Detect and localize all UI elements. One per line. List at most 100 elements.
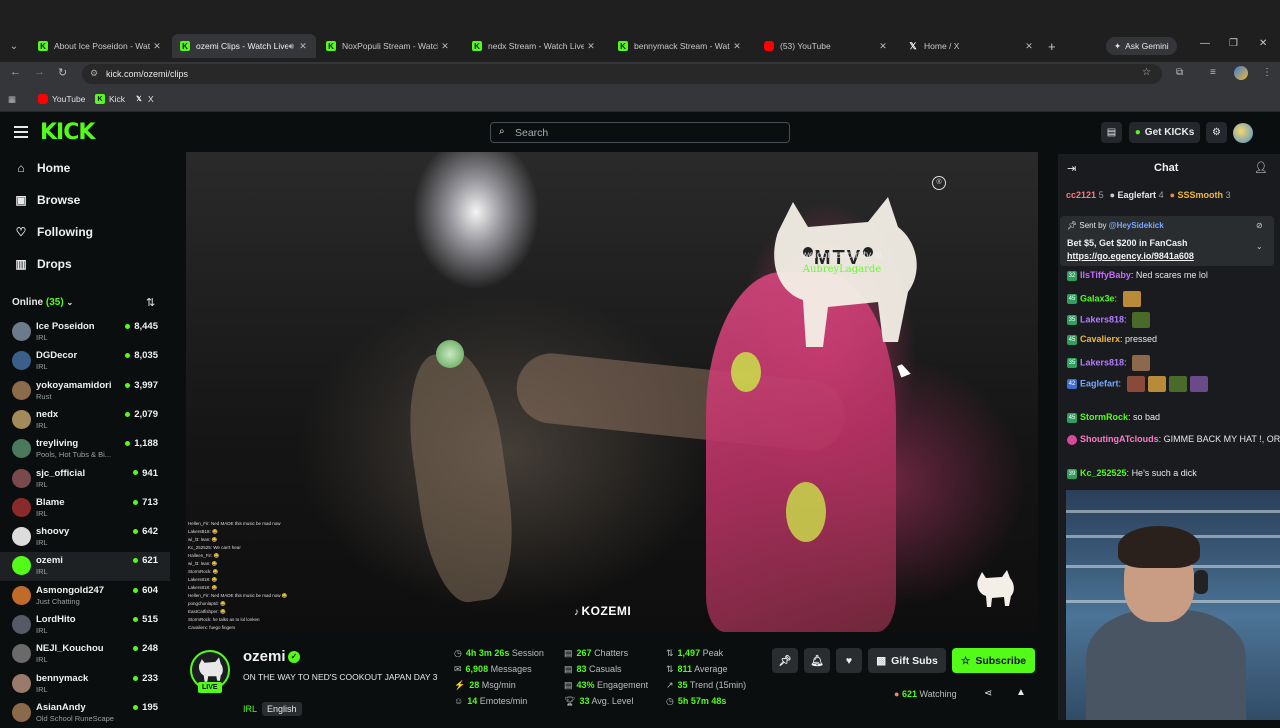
close-icon[interactable]: ✕ xyxy=(150,41,164,52)
video-player[interactable]: MTV welcome to mtv at AubreyLagarde ® He… xyxy=(186,152,1038,632)
window-close-icon[interactable]: ✕ xyxy=(1259,38,1267,49)
sidebar-channel-ice poseidon[interactable]: Ice Poseidon IRL 8,445 xyxy=(0,318,170,347)
share-icon[interactable]: ⋖ xyxy=(984,688,992,699)
chat-username[interactable]: Lakers818 xyxy=(1080,314,1124,324)
chevron-down-icon[interactable]: ⌄ xyxy=(1256,242,1263,251)
chat-message[interactable]: 45 Cavalierx: pressed xyxy=(1067,334,1157,345)
back-icon[interactable]: ← xyxy=(10,66,21,78)
kick-logo[interactable]: KICK xyxy=(40,120,95,145)
pinned-message[interactable]: 📌︎ Sent by @HeySidekick Bet $5, Get $200… xyxy=(1060,216,1274,266)
tab-search-icon[interactable]: ⌄ xyxy=(6,38,22,54)
layout-icon[interactable]: ▤ xyxy=(1101,122,1122,143)
forward-icon[interactable]: → xyxy=(34,66,45,78)
chat-message[interactable]: 35 Lakers818: xyxy=(1067,312,1151,328)
media-controls-icon[interactable]: ≡ xyxy=(1210,67,1216,78)
tab-ice-poseidon[interactable]: K About Ice Poseidon - Watc ✕ xyxy=(30,34,170,58)
chat-message[interactable]: 35 Lakers818: xyxy=(1067,355,1151,371)
chrome-menu-icon[interactable]: ⋮ xyxy=(1262,67,1272,78)
chat-username[interactable]: Lakers818 xyxy=(1080,357,1124,367)
speaker-icon[interactable]: 🔊︎ xyxy=(288,41,294,52)
chat-message[interactable]: 45 Galax3e: xyxy=(1067,291,1141,307)
unpin-icon[interactable]: ⊘ xyxy=(1256,221,1263,230)
chat-message[interactable]: ShoutingATclouds: GIMME BACK MY HAT !, O… xyxy=(1067,434,1280,445)
new-tab-button[interactable]: + xyxy=(1048,39,1056,54)
chat-message[interactable]: 45 StormRock: so bad xyxy=(1067,412,1160,423)
leaderboard-entry[interactable]: ● Eaglefart 4 xyxy=(1110,190,1164,200)
user-avatar[interactable] xyxy=(1233,123,1253,143)
bookmark-kick[interactable]: K Kick xyxy=(95,94,125,104)
sidebar-item-following[interactable]: ♡ Following xyxy=(14,225,93,239)
online-section-header[interactable]: Online (35) ⌄ xyxy=(12,297,73,308)
leaderboard-entry[interactable]: cc2121 5 xyxy=(1066,190,1104,200)
profile-avatar[interactable] xyxy=(1234,66,1248,80)
sidebar-channel-lordhito[interactable]: LordHito IRL 515 xyxy=(0,611,170,640)
bookmark-star-icon[interactable]: ☆ xyxy=(1142,67,1151,78)
leaderboard-entry[interactable]: ● SSSmooth 3 xyxy=(1170,190,1231,200)
close-icon[interactable]: ✕ xyxy=(876,41,890,52)
sort-icon[interactable]: ⇅ xyxy=(146,296,155,309)
chat-message[interactable]: 42 Eaglefart: xyxy=(1067,376,1208,392)
pin-button[interactable]: 📌︎ xyxy=(772,648,798,673)
chat-message[interactable]: 39 Kc_252525: He's such a dick xyxy=(1067,468,1197,479)
chat-username[interactable]: StormRock xyxy=(1080,412,1128,422)
sidebar-channel-nedx[interactable]: nedx IRL 2,079 xyxy=(0,406,170,435)
streamer-name[interactable]: ozemi xyxy=(243,648,286,665)
sidebar-item-drops[interactable]: ▥ Drops xyxy=(14,257,71,271)
get-kicks-button[interactable]: ● Get KICKs xyxy=(1129,122,1200,143)
subscribe-button[interactable]: ☆ Subscribe xyxy=(952,648,1035,673)
ask-gemini-button[interactable]: ✦ Ask Gemini xyxy=(1106,37,1177,55)
sidebar-channel-asmongold247[interactable]: Asmongold247 Just Chatting 604 xyxy=(0,582,170,611)
sidebar-channel-neji_kouchou[interactable]: NEJI_Kouchou IRL 248 xyxy=(0,640,170,669)
apps-icon[interactable]: ▦ xyxy=(8,94,16,105)
sidebar-channel-shoovy[interactable]: shoovy IRL 642 xyxy=(0,523,170,552)
close-icon[interactable]: ✕ xyxy=(438,41,452,52)
sidebar-channel-blame[interactable]: Blame IRL 713 xyxy=(0,494,170,523)
close-icon[interactable]: ✕ xyxy=(584,41,598,52)
tab-x-home[interactable]: 𝕏 Home / X ✕ xyxy=(900,34,1042,58)
bookmark-x[interactable]: 𝕏X xyxy=(134,94,154,104)
bookmark-youtube[interactable]: YouTube xyxy=(38,94,85,104)
chat-username[interactable]: Kc_252525 xyxy=(1080,468,1127,478)
chat-username[interactable]: IlsTiffyBaby xyxy=(1080,270,1131,280)
follow-button[interactable]: ♥ xyxy=(836,648,862,673)
report-icon[interactable]: ▲ xyxy=(1016,687,1026,698)
tab-nedx[interactable]: K nedx Stream - Watch Live o ✕ xyxy=(464,34,604,58)
site-info-icon[interactable]: ⚙ xyxy=(90,68,98,79)
notification-button[interactable]: 🔔︎ xyxy=(804,648,830,673)
tab-ozemi-clips[interactable]: K ozemi Clips - Watch Live 🔊︎ ✕ xyxy=(172,34,316,58)
sidebar-item-browse[interactable]: ▣ Browse xyxy=(14,193,80,207)
maximize-icon[interactable]: ❐ xyxy=(1229,38,1238,49)
tab-noxpopuli[interactable]: K NoxPopuli Stream - Watch L ✕ xyxy=(318,34,458,58)
extensions-icon[interactable]: ⧉ xyxy=(1176,67,1183,78)
sidebar-channel-sjc_official[interactable]: sjc_official IRL 941 xyxy=(0,465,170,494)
stream-language-tag[interactable]: English xyxy=(262,702,302,716)
sidebar-channel-dgdecor[interactable]: DGDecor IRL 8,035 xyxy=(0,347,170,376)
chat-users-icon[interactable]: 👤︎ xyxy=(1254,161,1268,174)
search-input[interactable]: ⌕ Search xyxy=(490,122,790,143)
pinned-link[interactable]: https://go.egency.io/9841a608 xyxy=(1067,251,1194,261)
menu-icon[interactable] xyxy=(14,126,28,138)
close-icon[interactable]: ✕ xyxy=(296,41,310,52)
chat-message[interactable]: 32 IlsTiffyBaby: Ned scares me lol xyxy=(1067,270,1208,281)
reload-icon[interactable]: ↻ xyxy=(58,66,67,79)
minimize-icon[interactable]: — xyxy=(1200,38,1210,49)
tab-bennymack[interactable]: K bennymack Stream - Watch ✕ xyxy=(610,34,750,58)
tab-youtube[interactable]: (53) YouTube ✕ xyxy=(756,34,896,58)
url-field[interactable]: ⚙ kick.com/ozemi/clips xyxy=(82,64,1162,84)
collapse-chat-icon[interactable]: ⇥ xyxy=(1067,162,1076,175)
close-icon[interactable]: ✕ xyxy=(730,41,744,52)
stream-category[interactable]: IRL xyxy=(243,704,257,714)
sidebar-item-home[interactable]: ⌂ Home xyxy=(14,161,70,175)
sidebar-channel-bennymack[interactable]: bennymack IRL 233 xyxy=(0,670,170,699)
sidebar-channel-asianandy[interactable]: AsianAndy Old School RuneScape 195 xyxy=(0,699,170,728)
settings-gear-icon[interactable]: ⚙ xyxy=(1206,122,1227,143)
gift-subs-button[interactable]: ▩ Gift Subs xyxy=(868,648,946,673)
sidebar-channel-treyliving[interactable]: treyliving Pools, Hot Tubs & Bi... 1,188 xyxy=(0,435,170,464)
chat-username[interactable]: ShoutingATclouds xyxy=(1080,434,1159,444)
close-icon[interactable]: ✕ xyxy=(1022,41,1036,52)
sidebar-channel-yokoyamamidori[interactable]: yokoyamamidori Rust 3,997 xyxy=(0,377,170,406)
chat-username[interactable]: Cavalierx xyxy=(1080,334,1120,344)
sidebar-channel-ozemi[interactable]: ozemi IRL 621 xyxy=(0,552,170,582)
chat-username[interactable]: Galax3e xyxy=(1080,293,1115,303)
chat-username[interactable]: Eaglefart xyxy=(1080,378,1119,388)
